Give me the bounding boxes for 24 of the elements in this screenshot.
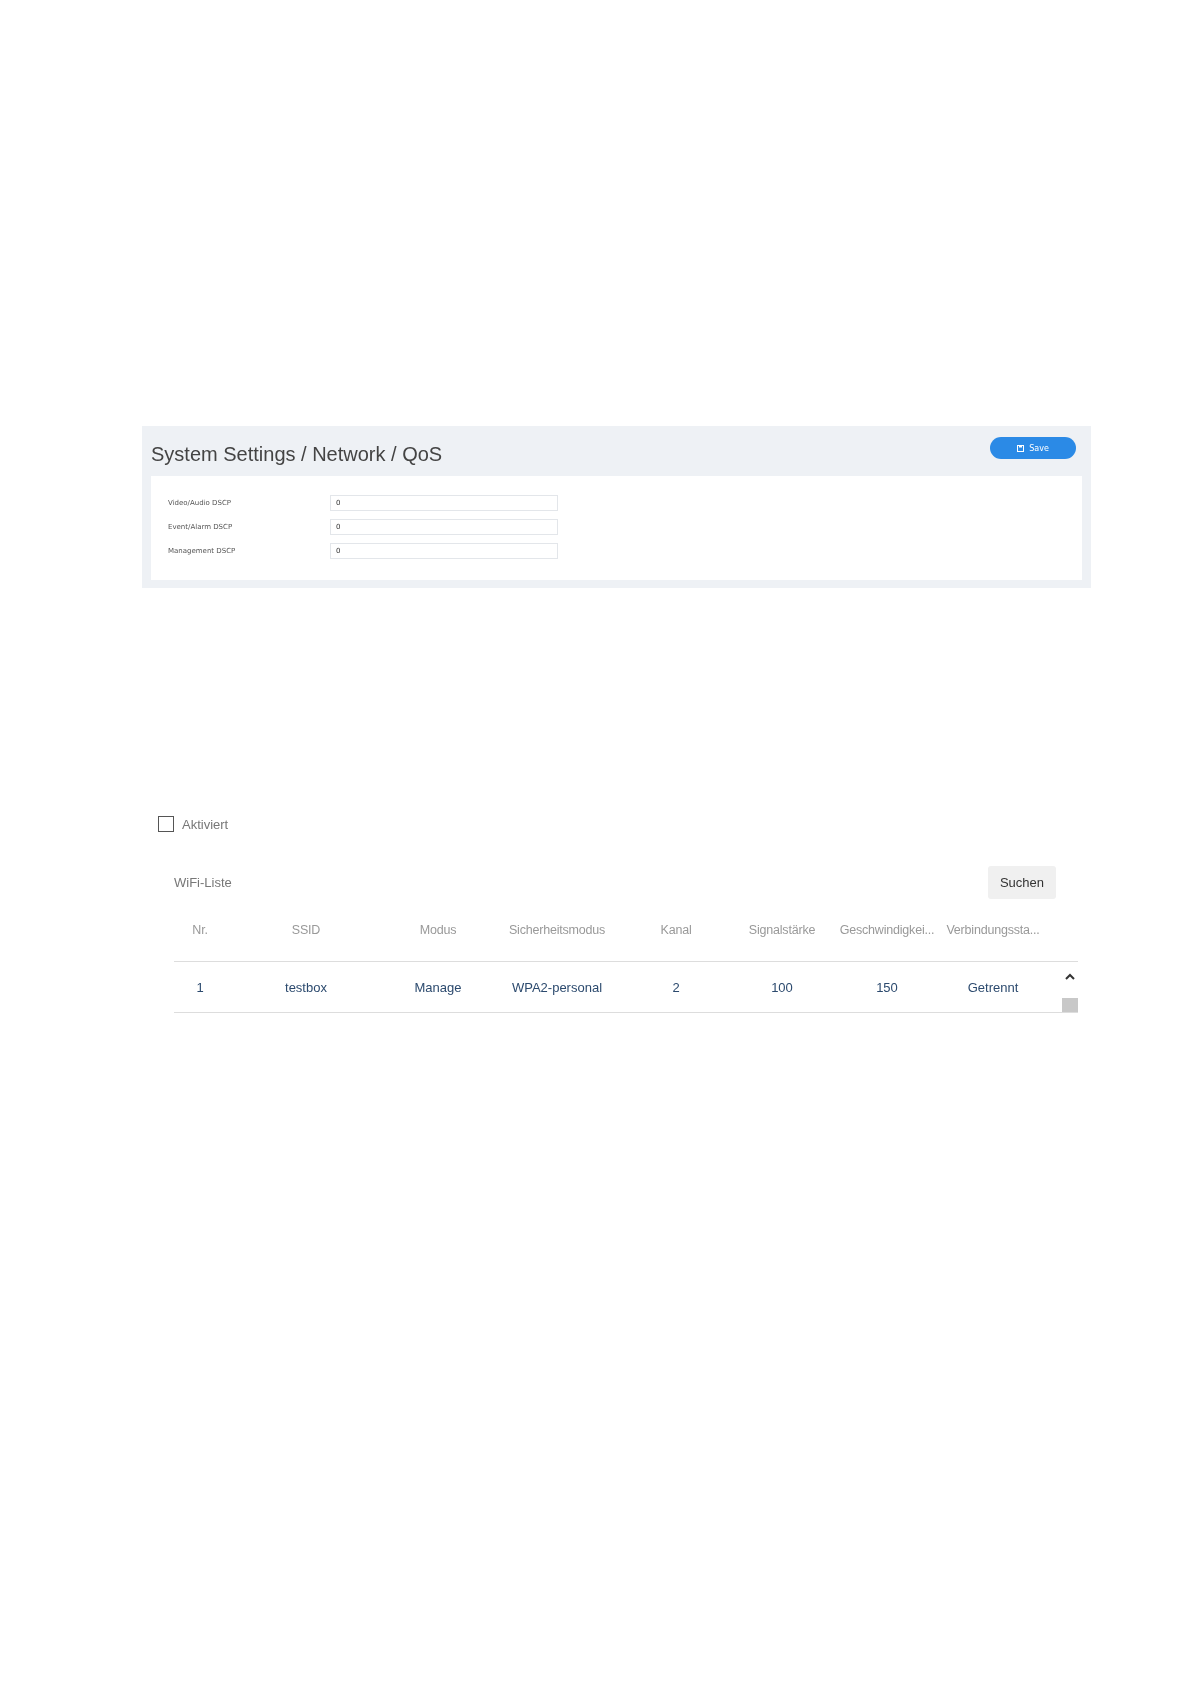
table-cell: WPA2-personal — [511, 979, 603, 995]
table-cell: 150 — [876, 979, 898, 995]
table-cell: Getrennt — [967, 979, 1019, 995]
table-cell: Manage — [414, 979, 462, 995]
table-cell: 1 — [196, 979, 204, 995]
column-header: Nr. — [192, 922, 208, 939]
column-header: Modus — [419, 922, 457, 939]
save-icon — [1017, 444, 1025, 452]
column-header: SSID — [291, 922, 321, 939]
table-cell: 100 — [771, 979, 793, 995]
column-header: Signalstärke — [748, 922, 816, 939]
search-button[interactable]: Suchen — [987, 866, 1056, 899]
table-cell: testbox — [285, 979, 327, 995]
column-header: Verbindungssta... — [946, 922, 1040, 939]
column-header: Sicherheitsmodus — [508, 922, 606, 939]
caret-up-icon[interactable] — [1064, 972, 1076, 982]
page-title: System Settings / Network / QoS — [151, 442, 443, 466]
section-title: WiFi-Liste — [174, 875, 232, 890]
checkbox-label: Aktiviert — [182, 816, 229, 832]
checkbox[interactable] — [158, 816, 174, 832]
save-button[interactable]: Save — [990, 437, 1076, 459]
table-cell: 2 — [672, 979, 680, 995]
column-header: Geschwindigkei... — [839, 922, 935, 939]
column-header: Kanal — [660, 922, 692, 939]
